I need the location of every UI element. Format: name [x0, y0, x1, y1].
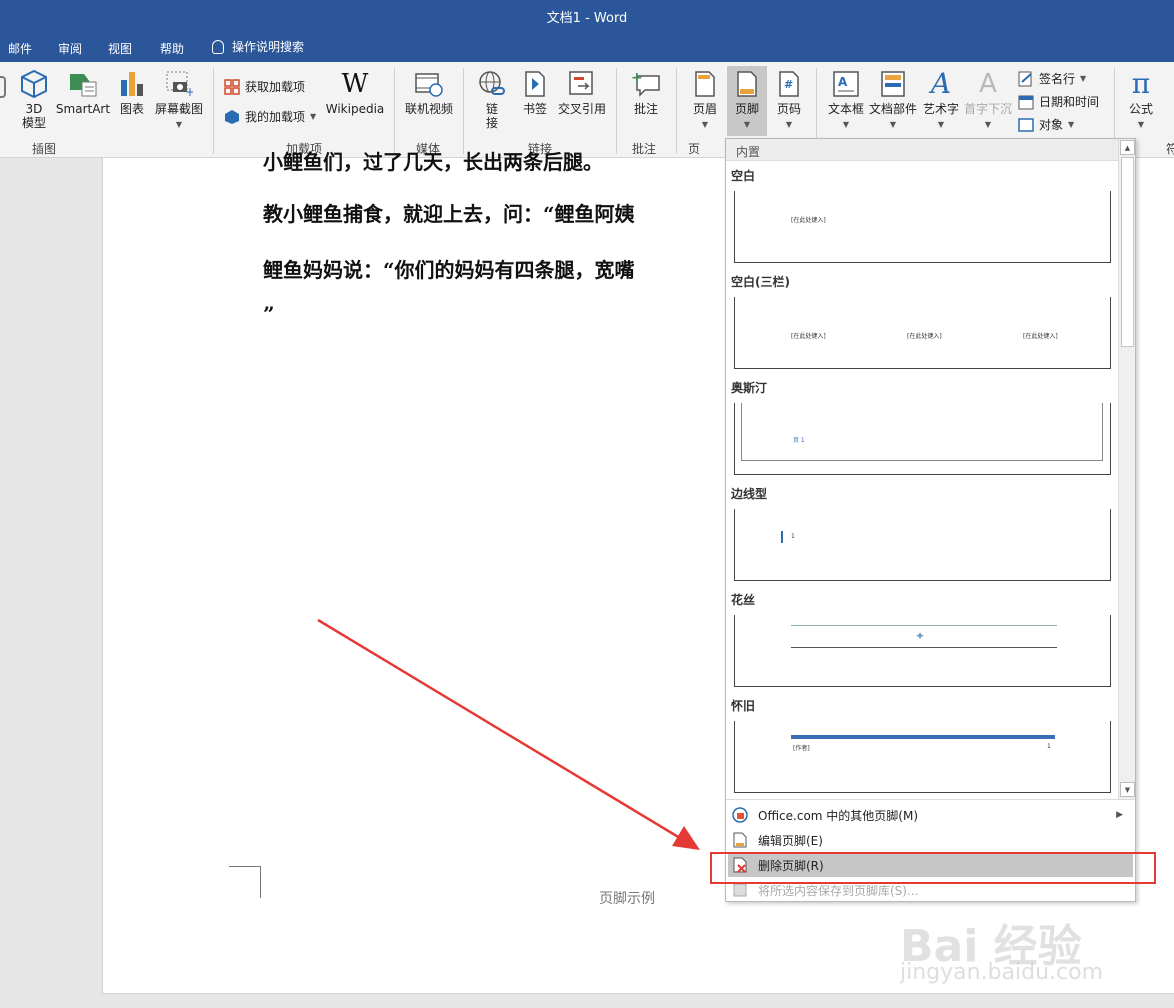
edit-footer-command[interactable]: 编辑页脚(E) — [728, 828, 1133, 852]
thumb-band — [791, 735, 1055, 739]
submenu-arrow-icon: ▶ — [1116, 810, 1123, 820]
thumb-line — [791, 625, 1057, 626]
thumb-author: [作者] — [793, 745, 810, 752]
watermark-url: jingyan.baidu.com — [900, 960, 1104, 985]
footer-gallery-dropdown: 内置 空白 [在此处键入] 空白(三栏) [在此处键入] [在此处键入] [在此… — [725, 138, 1136, 902]
filigree-ornament-icon: ✦ — [915, 629, 926, 643]
edit-footer-label: 编辑页脚(E) — [758, 833, 823, 848]
thumb-line — [791, 647, 1057, 648]
thumb-placeholder: [在此处键入] — [791, 333, 826, 340]
edit-footer-icon — [733, 832, 747, 848]
thumb-page-number: 1 — [1047, 743, 1051, 750]
thumb-placeholder: [在此处键入] — [791, 217, 826, 224]
scrollbar-thumb[interactable] — [1121, 157, 1134, 347]
thumb-placeholder: [在此处键入] — [1023, 333, 1058, 340]
office-globe-icon — [732, 807, 748, 823]
scroll-down-icon[interactable]: ▼ — [1120, 782, 1135, 797]
gallery-item-label: 边线型 — [731, 487, 768, 501]
gallery-scrollbar[interactable]: ▲ ▼ — [1118, 139, 1135, 799]
more-footers-office-command[interactable]: Office.com 中的其他页脚(M) ▶ — [728, 803, 1133, 827]
save-to-gallery-label: 将所选内容保存到页脚库(S)... — [758, 883, 919, 898]
gallery-section-header: 内置 — [726, 139, 1120, 161]
gallery-item-label: 奥斯汀 — [731, 381, 768, 395]
save-selection-icon — [733, 883, 747, 897]
gallery-item-retrospect[interactable]: [作者] 1 — [734, 721, 1111, 793]
gallery-item-sideline[interactable]: 1 — [734, 509, 1111, 581]
gallery-item-label: 空白(三栏) — [731, 275, 790, 289]
gallery-item-blank-three-column[interactable]: [在此处键入] [在此处键入] [在此处键入] — [734, 297, 1111, 369]
thumb-page-number: 1 — [791, 533, 795, 540]
thumb-page-number: 页 1 — [793, 437, 805, 444]
thumb-bar — [781, 531, 783, 543]
gallery-item-label: 怀旧 — [731, 699, 756, 713]
gallery-item-blank[interactable]: [在此处键入] — [734, 191, 1111, 263]
annotation-highlight-box — [710, 852, 1156, 884]
thumb-border — [741, 403, 1103, 461]
gallery-item-filigree[interactable]: ✦ — [734, 615, 1111, 687]
more-footers-label: Office.com 中的其他页脚(M) — [758, 808, 919, 823]
divider — [726, 799, 1135, 800]
scroll-up-icon[interactable]: ▲ — [1120, 140, 1135, 155]
gallery-item-label: 花丝 — [731, 593, 756, 607]
gallery-item-label: 空白 — [731, 169, 756, 183]
gallery-item-austin[interactable]: 页 1 — [734, 403, 1111, 475]
thumb-placeholder: [在此处键入] — [907, 333, 942, 340]
